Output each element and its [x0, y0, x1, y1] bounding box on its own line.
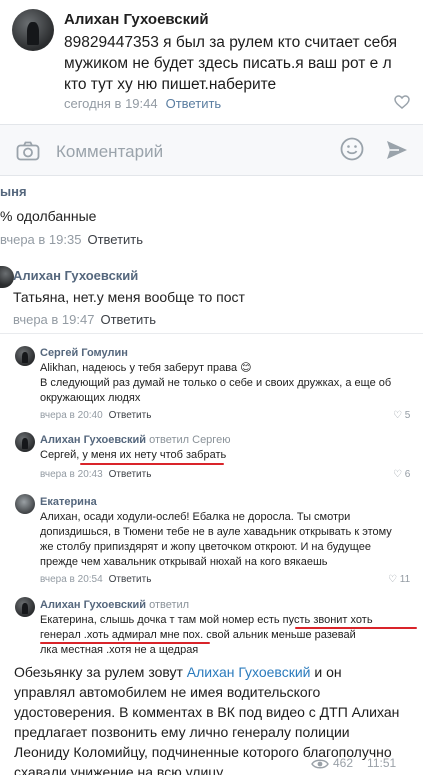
camera-icon[interactable] [16, 141, 40, 161]
reply-comment: Алихан Гухоевский Татьяна, нет.у меня во… [0, 258, 423, 330]
author-avatar[interactable] [15, 432, 35, 452]
comment-author-partial: ыня [0, 184, 27, 199]
comment-composer: Комментарий [0, 124, 423, 176]
like-counter[interactable]: ♡ 11 [388, 574, 410, 585]
author-avatar[interactable] [0, 266, 14, 288]
comment-meta: вчера в 19:47 Ответить [13, 312, 156, 327]
eye-icon [311, 759, 329, 769]
comment-input[interactable]: Комментарий [56, 142, 163, 162]
top-comment: Алихан Гухоевский 89829447353 я был за р… [0, 0, 423, 120]
author-name[interactable]: Алихан Гухоевский [40, 599, 146, 611]
author-link[interactable]: Алихан Гухоевский [187, 664, 311, 680]
reply-button[interactable]: Ответить [166, 96, 222, 111]
reply-target: ответил [149, 599, 190, 611]
heart-icon[interactable] [394, 95, 410, 109]
comment-author[interactable]: Алихан Гухоевский ответил [40, 599, 189, 611]
like-count: 11 [399, 574, 411, 585]
author-avatar[interactable] [12, 9, 54, 51]
view-stats: 462 11:51 [333, 756, 396, 770]
comments-screenshot: Сергей Гомулин Alikhan, надеюсь у тебя з… [0, 333, 423, 658]
comment-text: Сергей, у меня их нету чтоб забрать [40, 448, 415, 463]
reply-button[interactable]: Ответить [109, 410, 152, 421]
reply-target: ответил Сергею [149, 434, 231, 446]
comment-line: допиздишься, в Тюмени тебе не в ауле хав… [40, 526, 392, 538]
send-icon[interactable] [385, 138, 409, 162]
like-counter[interactable]: ♡ 6 [393, 469, 410, 480]
comment-line: В следующий раз думай не только о себе и… [40, 377, 392, 389]
reply-button[interactable]: Ответить [109, 469, 152, 480]
comment-line: Алихан, осади ходули-ослеб! Ебалка не до… [40, 511, 351, 523]
red-underline [80, 463, 224, 465]
red-underline [40, 642, 210, 644]
reply-button[interactable]: Ответить [100, 312, 156, 327]
like-count: 6 [404, 469, 411, 480]
comment-meta: сегодня в 19:44 Ответить [64, 96, 221, 111]
comment-line: Сергей, у меня их нету чтоб забрать [40, 449, 227, 461]
comment-text: Алихан, осади ходули-ослеб! Ебалка не до… [40, 510, 418, 570]
comment-text: Екатерина, слышь дочка т там мой номер е… [40, 613, 418, 658]
author-name[interactable]: Алихан Гухоевский [40, 434, 146, 446]
comment-meta: вчера в 20:54 Ответить [40, 574, 151, 585]
comment-time: вчера в 19:47 [13, 312, 95, 327]
caption-part: Обезьянку за рулем зовут [14, 664, 187, 680]
red-underline [295, 627, 417, 629]
comment-author[interactable]: Сергей Гомулин [40, 347, 128, 359]
comment-time: вчера в 20:40 [40, 410, 103, 421]
comment-text: Татьяна, нет.у меня вообще то пост [13, 289, 245, 305]
comment-author[interactable]: Алихан Гухоевский [13, 268, 138, 283]
reply-button[interactable]: Ответить [109, 574, 152, 585]
comment-time: вчера в 20:43 [40, 469, 103, 480]
author-avatar[interactable] [15, 494, 35, 514]
comment-line: окружающих людях [40, 392, 141, 404]
comment-time: вчера в 20:54 [40, 574, 103, 585]
post-time: 11:51 [367, 756, 397, 770]
like-counter[interactable]: ♡ 5 [393, 410, 410, 421]
comment-time: сегодня в 19:44 [64, 96, 158, 111]
comment-text: Alikhan, надеюсь у тебя заберут права 😊 … [40, 361, 415, 406]
view-count: 462 [333, 756, 354, 770]
comment-text: % одолбанные [0, 208, 97, 224]
author-avatar[interactable] [15, 597, 35, 617]
reply-button[interactable]: Ответить [87, 232, 143, 247]
comment-author[interactable]: Алихан Гухоевский [64, 11, 209, 28]
author-avatar[interactable] [15, 346, 35, 366]
like-count: 5 [404, 410, 411, 421]
comment-line: Екатерина, слышь дочка т там мой номер е… [40, 614, 373, 626]
smile-icon[interactable] [340, 137, 364, 161]
comment-line: генерал .хоть адмирал мне пох. свой альн… [40, 629, 356, 641]
comment-text: 89829447353 я был за рулем кто считает с… [64, 34, 398, 93]
comment-meta: вчера в 20:40 Ответить [40, 410, 151, 421]
comment-meta: вчера в 19:35 Ответить [0, 232, 143, 247]
comment-line: прежде чем хавальник открывай нюхай на к… [40, 556, 328, 568]
cropped-comment: ыня % одолбанные вчера в 19:35 Ответить [0, 176, 423, 260]
comment-time: вчера в 19:35 [0, 232, 82, 247]
comment-line: же столбу припиздярят и жопу цветочком о… [40, 541, 371, 553]
comment-meta: вчера в 20:43 Ответить [40, 469, 151, 480]
comment-author[interactable]: Алихан Гухоевский ответил Сергею [40, 434, 230, 446]
comment-author[interactable]: Екатерина [40, 496, 97, 508]
comment-line: Alikhan, надеюсь у тебя заберут права 😊 [40, 362, 252, 374]
